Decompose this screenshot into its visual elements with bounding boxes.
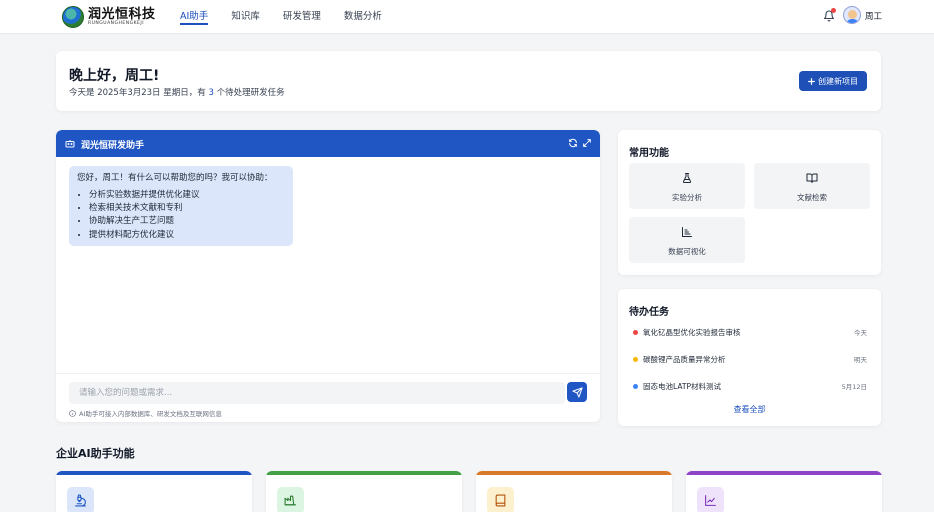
robot-icon: [65, 140, 75, 148]
greeting-subtitle: 今天是 2025年3月23日 星期日，有 3 个待处理研发任务: [69, 88, 285, 98]
plus-icon: [808, 77, 815, 85]
list-item: 检索相关技术文献和专利: [89, 202, 285, 215]
nav-rd-management[interactable]: 研发管理: [283, 0, 321, 34]
enterprise-card-research[interactable]: [56, 471, 252, 512]
brand-name: 润光恒科技: [88, 6, 156, 22]
todo-panel: 待办任务 氧化钇晶型优化实验报告审核 今天 碳酸锂产品质量异常分析 明天 固态电…: [618, 289, 881, 426]
send-icon: [571, 386, 583, 398]
notebook-icon: [495, 494, 506, 507]
todo-item[interactable]: 固态电池LATP材料测试 5月12日: [633, 380, 867, 394]
notification-badge: [831, 8, 836, 13]
globe-logo-icon: [62, 6, 84, 28]
enterprise-card-analytics[interactable]: [686, 471, 882, 512]
bar-chart-icon: [682, 227, 692, 237]
greeting-title: 晚上好，周工!: [69, 68, 160, 84]
nav-knowledge-base[interactable]: 知识库: [231, 0, 260, 34]
book-open-icon: [806, 173, 818, 183]
func-data-visualization[interactable]: 数据可视化: [629, 217, 745, 263]
priority-dot: [633, 330, 638, 335]
create-project-button[interactable]: 创建新项目: [799, 71, 867, 91]
brand-logo[interactable]: 润光恒科技 RUNGUANGHENGKEJI: [62, 6, 156, 28]
factory-icon: [284, 495, 296, 506]
priority-dot: [633, 384, 638, 389]
chat-header: 润光恒研发助手: [56, 130, 600, 157]
todo-title: 待办任务: [629, 307, 669, 318]
func-literature-search[interactable]: 文献检索: [754, 163, 870, 209]
flask-icon: [682, 173, 692, 183]
enterprise-section-title: 企业AI助手功能: [56, 447, 135, 460]
list-item: 协助解决生产工艺问题: [89, 215, 285, 228]
enterprise-card-production[interactable]: [266, 471, 462, 512]
priority-dot: [633, 357, 638, 362]
chat-input[interactable]: [69, 382, 565, 404]
list-item: 分析实验数据并提供优化建议: [89, 189, 285, 202]
message-intro: 您好，周工！有什么可以帮助您的吗？我可以协助：: [77, 173, 273, 183]
avatar[interactable]: [843, 6, 861, 24]
line-chart-icon: [705, 495, 716, 506]
microscope-icon: [75, 494, 86, 507]
brand-name-en: RUNGUANGHENGKEJI: [88, 20, 145, 26]
user-name[interactable]: 周工: [865, 10, 882, 22]
nav-ai-assistant[interactable]: AI助手: [180, 0, 209, 34]
chat-note: AI助手可接入内部数据库、研发文档及互联网信息: [69, 408, 222, 418]
view-all-link[interactable]: 查看全部: [618, 404, 881, 415]
top-navbar: 润光恒科技 RUNGUANGHENGKEJI AI助手 知识库 研发管理 数据分…: [0, 0, 934, 34]
common-functions-panel: 常用功能 实验分析 文献检索 数据可视化: [618, 130, 881, 275]
greeting-card: 晚上好，周工! 今天是 2025年3月23日 星期日，有 3 个待处理研发任务 …: [56, 51, 881, 111]
func-experiment-analysis[interactable]: 实验分析: [629, 163, 745, 209]
info-icon: [69, 409, 76, 417]
assistant-chat-panel: 润光恒研发助手 您好，周工！有什么可以帮助您的吗？我可以协助： 分析实验数据并提…: [56, 130, 600, 422]
chat-title: 润光恒研发助手: [81, 141, 145, 151]
main-nav: AI助手 知识库 研发管理 数据分析: [180, 0, 405, 34]
enterprise-card-knowledge[interactable]: [476, 471, 672, 512]
chat-input-area: AI助手可接入内部数据库、研发文档及互联网信息: [56, 373, 600, 422]
common-functions-title: 常用功能: [629, 148, 669, 159]
nav-data-analysis[interactable]: 数据分析: [344, 0, 382, 34]
todo-item[interactable]: 碳酸锂产品质量异常分析 明天: [633, 353, 867, 367]
capability-list: 分析实验数据并提供优化建议 检索相关技术文献和专利 协助解决生产工艺问题 提供材…: [77, 189, 285, 242]
assistant-message: 您好，周工！有什么可以帮助您的吗？我可以协助： 分析实验数据并提供优化建议 检索…: [69, 166, 293, 246]
list-item: 提供材料配方优化建议: [89, 229, 285, 242]
expand-icon[interactable]: [582, 138, 592, 148]
todo-item[interactable]: 氧化钇晶型优化实验报告审核 今天: [633, 326, 867, 340]
send-button[interactable]: [567, 382, 587, 402]
refresh-icon[interactable]: [568, 138, 578, 148]
